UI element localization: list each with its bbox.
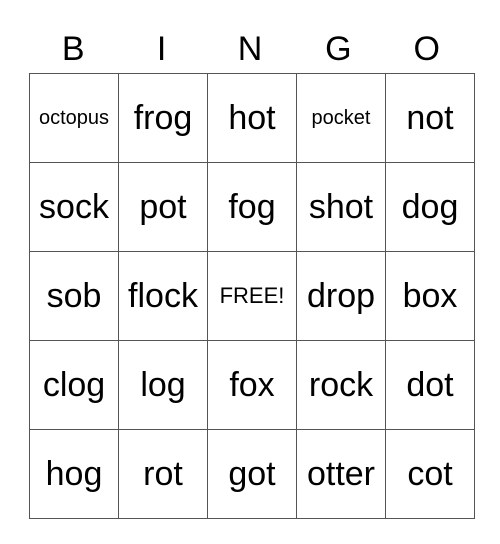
free-space-cell[interactable]: FREE! bbox=[207, 251, 297, 341]
card-cell[interactable]: frog bbox=[118, 73, 208, 163]
card-cell[interactable]: dot bbox=[385, 340, 475, 430]
card-cell[interactable]: shot bbox=[296, 162, 386, 252]
card-cell[interactable]: hot bbox=[207, 73, 297, 163]
header-letter-b: B bbox=[61, 30, 85, 68]
card-cell[interactable]: cot bbox=[385, 429, 475, 519]
card-cell[interactable]: pot bbox=[118, 162, 208, 252]
card-cell[interactable]: not bbox=[385, 73, 475, 163]
header-letter-i: I bbox=[156, 30, 167, 68]
card-cell[interactable]: clog bbox=[29, 340, 119, 430]
bingo-card: octopus frog hot pocket not sock pot fog… bbox=[29, 73, 475, 519]
card-cell[interactable]: pocket bbox=[296, 73, 386, 163]
header-letter-n: N bbox=[237, 30, 263, 68]
card-row: octopus frog hot pocket not bbox=[29, 73, 475, 163]
header-letter-o: O bbox=[413, 30, 440, 68]
card-cell[interactable]: sob bbox=[29, 251, 119, 341]
card-cell[interactable]: octopus bbox=[29, 73, 119, 163]
header-letter-g: G bbox=[325, 30, 352, 68]
card-cell[interactable]: dog bbox=[385, 162, 475, 252]
card-cell[interactable]: rot bbox=[118, 429, 208, 519]
card-cell[interactable]: drop bbox=[296, 251, 386, 341]
card-row: clog log fox rock dot bbox=[29, 340, 475, 430]
card-cell[interactable]: sock bbox=[29, 162, 119, 252]
card-row: hog rot got otter cot bbox=[29, 429, 475, 519]
card-cell[interactable]: hog bbox=[29, 429, 119, 519]
card-cell[interactable]: fog bbox=[207, 162, 297, 252]
card-cell[interactable]: box bbox=[385, 251, 475, 341]
card-cell[interactable]: otter bbox=[296, 429, 386, 519]
card-row: sock pot fog shot dog bbox=[29, 162, 475, 252]
card-cell[interactable]: rock bbox=[296, 340, 386, 430]
card-cell[interactable]: flock bbox=[118, 251, 208, 341]
card-cell[interactable]: log bbox=[118, 340, 208, 430]
card-cell[interactable]: got bbox=[207, 429, 297, 519]
card-row: sob flock FREE! drop box bbox=[29, 251, 475, 341]
card-cell[interactable]: fox bbox=[207, 340, 297, 430]
bingo-header: B I N G O bbox=[29, 26, 471, 72]
